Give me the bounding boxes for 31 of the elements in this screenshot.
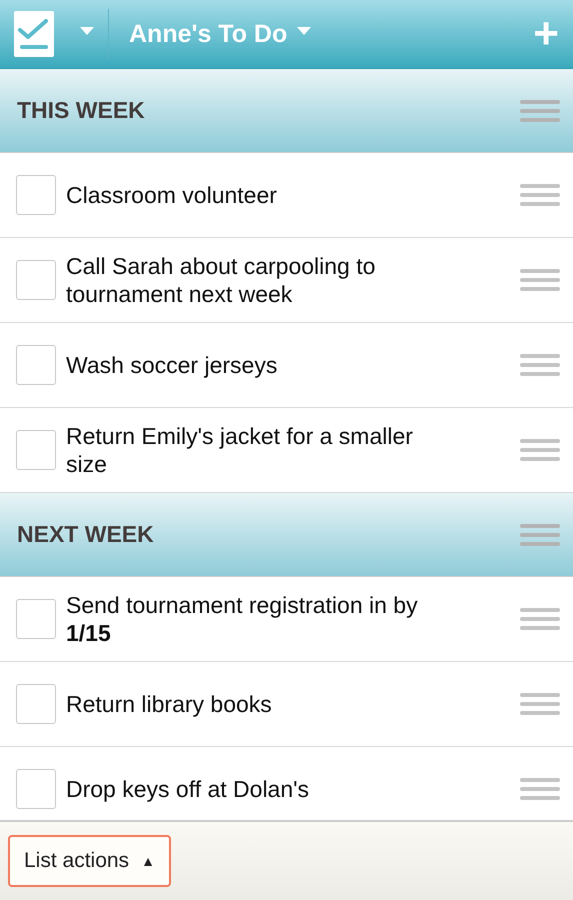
add-button[interactable]: + [533,12,559,56]
drag-handle-icon[interactable] [520,522,560,546]
section-title: THIS WEEK [17,97,145,124]
drag-handle-icon[interactable] [520,98,560,122]
task-text: Wash soccer jerseys [66,351,278,379]
checkbox[interactable] [16,769,56,809]
checkbox[interactable] [16,599,56,639]
task-text: Return library books [66,690,272,718]
app-logo-icon[interactable] [14,11,54,57]
caret-icon[interactable] [297,27,312,35]
checkbox[interactable] [16,684,56,724]
drag-handle-icon[interactable] [520,268,560,292]
drag-handle-icon[interactable] [520,692,560,716]
drag-handle-icon[interactable] [520,183,560,207]
section-title: NEXT WEEK [17,521,154,548]
checkbox[interactable] [16,175,56,215]
task-text: Return Emily's jacket for a smaller size [66,422,414,478]
list-title[interactable]: Anne's To Do [129,20,288,48]
checkbox[interactable] [16,430,56,470]
drag-handle-icon[interactable] [520,777,560,801]
list-actions-button[interactable]: List actions ▲ [8,835,171,887]
checkbox[interactable] [16,345,56,385]
task-text: Call Sarah about carpooling to tournament next week [66,252,376,308]
task-text: Send tournament registration in by 1/15 [66,591,419,647]
drag-handle-icon[interactable] [520,607,560,631]
checkbox[interactable] [16,260,56,300]
drag-handle-icon[interactable] [520,438,560,462]
task-text: Drop keys off at Dolan's [66,775,310,803]
task-text: Classroom volunteer [66,181,277,209]
caret-icon[interactable] [80,27,94,35]
drag-handle-icon[interactable] [520,353,560,377]
